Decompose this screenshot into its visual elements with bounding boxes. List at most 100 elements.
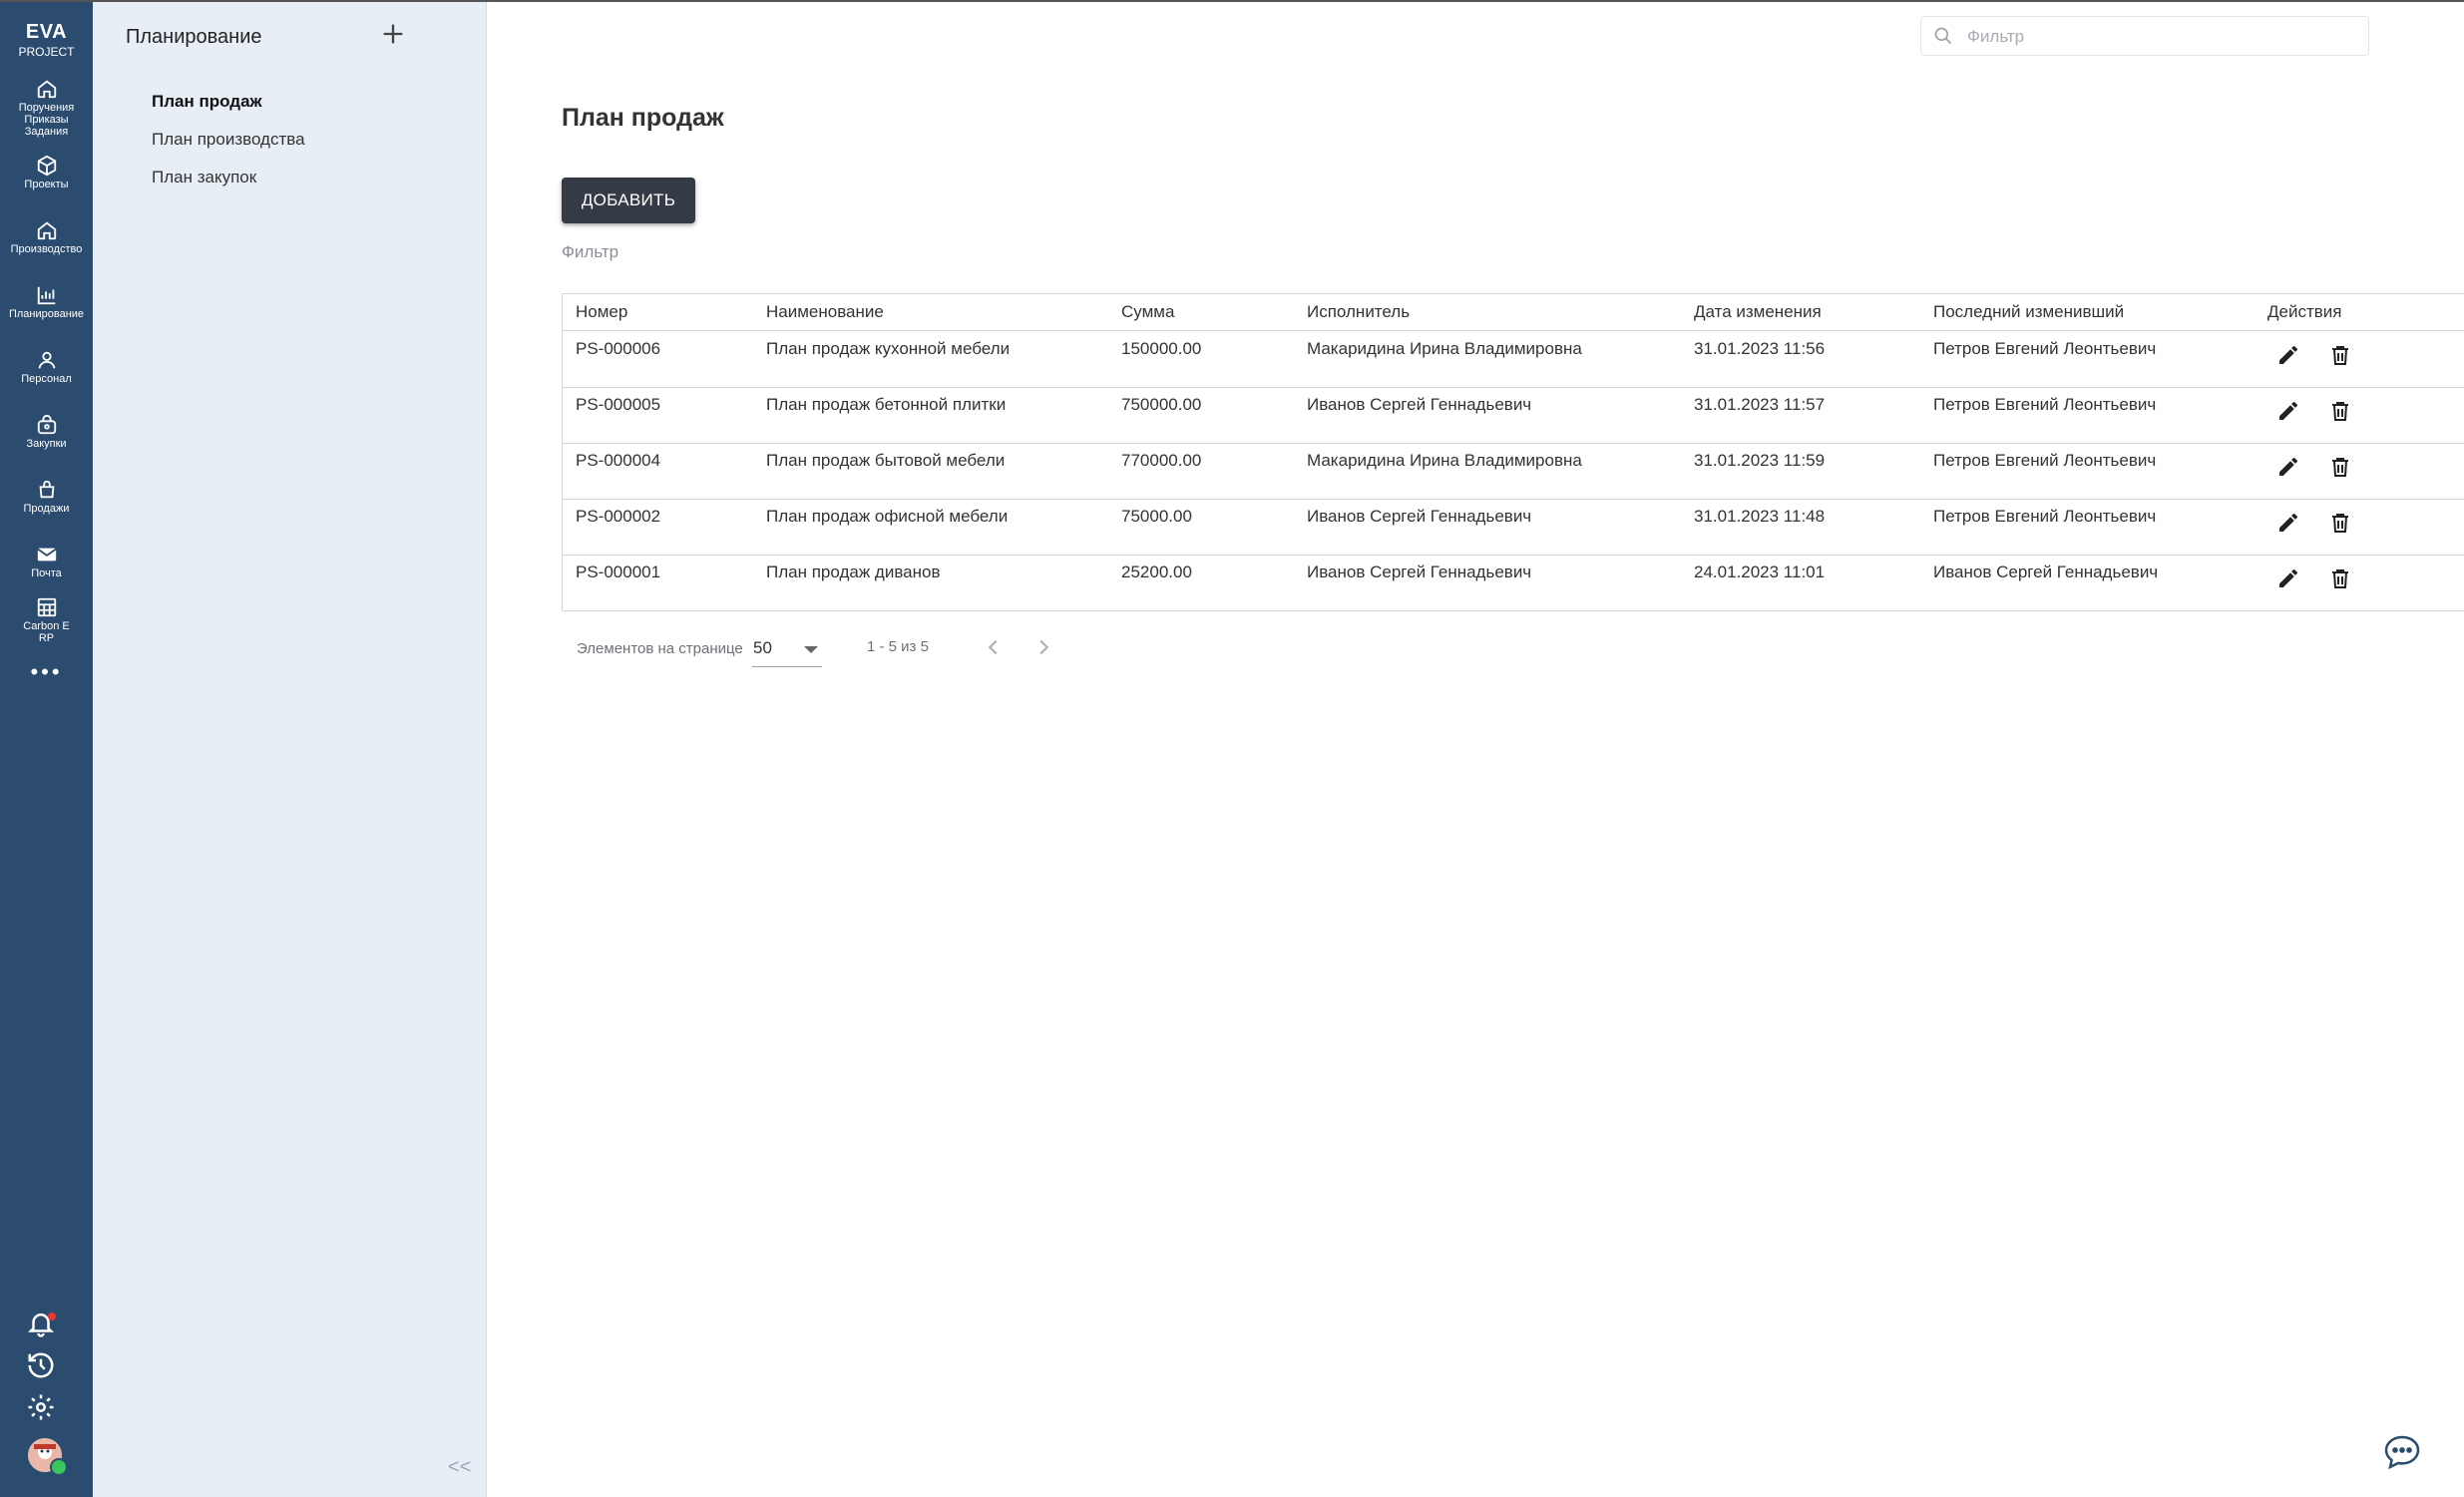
chevron-left-icon bbox=[988, 639, 998, 655]
cell-amount: 150000.00 bbox=[1121, 339, 1202, 358]
rail-item-label: Проекты bbox=[24, 179, 69, 190]
delete-button[interactable] bbox=[2328, 399, 2356, 427]
add-button[interactable]: ДОБАВИТЬ bbox=[562, 178, 695, 223]
page-range: 1 - 5 из 5 bbox=[867, 638, 929, 655]
cell-modified-date: 31.01.2023 11:56 bbox=[1694, 339, 1826, 358]
search-field[interactable] bbox=[1920, 16, 2369, 56]
chevron-right-icon bbox=[1039, 639, 1049, 655]
cell-assignee: Макаридина Ирина Владимировна bbox=[1307, 451, 1582, 470]
table-row[interactable]: PS-000005 План продаж бетонной плитки 75… bbox=[563, 387, 2464, 444]
trash-icon bbox=[2332, 569, 2348, 588]
brand-line2: PROJECT bbox=[18, 45, 75, 59]
notification-dot bbox=[48, 1312, 56, 1320]
search-input[interactable] bbox=[1965, 23, 2358, 51]
edit-button[interactable] bbox=[2276, 455, 2304, 483]
search-icon bbox=[1934, 27, 1952, 45]
history-icon bbox=[28, 1352, 54, 1378]
pencil-icon bbox=[2279, 513, 2298, 532]
edit-button[interactable] bbox=[2276, 343, 2304, 371]
table-header-row: Номер Наименование Сумма Исполнитель Дат… bbox=[563, 294, 2464, 331]
delete-button[interactable] bbox=[2328, 566, 2356, 594]
rail-item-planning[interactable]: Планирование bbox=[0, 284, 93, 320]
column-header[interactable]: Дата изменения bbox=[1694, 302, 1822, 322]
cell-number: PS-000002 bbox=[576, 507, 661, 526]
rail-more-button[interactable]: ••• bbox=[0, 661, 93, 683]
cell-modified-date: 31.01.2023 11:57 bbox=[1694, 395, 1826, 414]
online-status-indicator bbox=[50, 1458, 68, 1476]
cell-amount: 770000.00 bbox=[1121, 451, 1202, 470]
rail-item-mail[interactable]: Почта bbox=[0, 544, 93, 579]
trash-icon bbox=[2332, 346, 2348, 365]
person-icon bbox=[38, 351, 55, 369]
cell-name: План продаж бетонной плитки bbox=[766, 395, 1007, 414]
edit-button[interactable] bbox=[2276, 566, 2304, 594]
table-row[interactable]: PS-000006 План продаж кухонной мебели 15… bbox=[563, 331, 2464, 388]
grid-icon bbox=[37, 597, 56, 617]
filter-toggle[interactable]: Фильтр bbox=[562, 242, 618, 262]
edit-button[interactable] bbox=[2276, 399, 2304, 427]
subnav-item-sales-plan[interactable]: План продаж bbox=[152, 92, 262, 112]
sales-plan-table: Номер Наименование Сумма Исполнитель Дат… bbox=[562, 293, 2464, 611]
cell-modified-by: Иванов Сергей Геннадьевич bbox=[1933, 562, 2159, 581]
rail-item-sales[interactable]: Продажи bbox=[0, 479, 93, 515]
subnav-item-production-plan[interactable]: План производства bbox=[152, 130, 305, 150]
previous-page-button[interactable] bbox=[983, 636, 1005, 663]
table-row[interactable]: PS-000001 План продаж диванов 25200.00 И… bbox=[563, 555, 2464, 610]
cell-number: PS-000004 bbox=[576, 451, 661, 470]
add-section-button[interactable] bbox=[379, 20, 407, 48]
cell-assignee: Макаридина Ирина Владимировна bbox=[1307, 339, 1582, 358]
home-icon bbox=[37, 80, 56, 99]
cell-name: План продаж диванов bbox=[766, 562, 941, 581]
cell-amount: 25200.00 bbox=[1121, 562, 1192, 581]
app-rail: EVA PROJECT Поручения Приказы Задания Пр… bbox=[0, 2, 93, 1497]
delete-button[interactable] bbox=[2328, 511, 2356, 539]
brand-line1: EVA bbox=[25, 21, 68, 43]
column-header: Действия bbox=[2267, 302, 2342, 321]
pencil-icon bbox=[2279, 457, 2298, 476]
column-header[interactable]: Номер bbox=[576, 302, 627, 322]
brand-logo[interactable]: EVA PROJECT bbox=[0, 20, 93, 60]
cell-name: План продаж кухонной мебели bbox=[766, 339, 1011, 358]
history-button[interactable] bbox=[26, 1350, 62, 1386]
collapse-sidebar-button[interactable]: << bbox=[448, 1456, 471, 1479]
trash-icon bbox=[2332, 514, 2348, 533]
column-header[interactable]: Наименование bbox=[766, 302, 884, 322]
page-size-select[interactable]: 50 bbox=[752, 632, 822, 667]
next-page-button[interactable] bbox=[1032, 636, 1054, 663]
chat-bubble-icon bbox=[2384, 1435, 2420, 1470]
dropdown-caret-icon bbox=[804, 646, 818, 653]
column-header[interactable]: Последний изменивший bbox=[1933, 302, 2124, 322]
column-header[interactable]: Исполнитель bbox=[1307, 302, 1410, 322]
pencil-icon bbox=[2279, 568, 2298, 587]
rail-item-orders[interactable]: Поручения Приказы Задания bbox=[0, 78, 93, 138]
rail-item-label: Закупки bbox=[26, 438, 67, 450]
table-row[interactable]: PS-000002 План продаж офисной мебели 750… bbox=[563, 499, 2464, 556]
cell-number: PS-000001 bbox=[576, 562, 661, 581]
rail-item-personnel[interactable]: Персонал bbox=[0, 349, 93, 385]
basket-icon bbox=[37, 414, 56, 435]
cell-modified-date: 31.01.2023 11:59 bbox=[1694, 451, 1826, 470]
rail-item-production[interactable]: Производство bbox=[0, 219, 93, 255]
subnav-item-purchase-plan[interactable]: План закупок bbox=[152, 168, 256, 187]
delete-button[interactable] bbox=[2328, 343, 2356, 371]
table-row[interactable]: PS-000004 План продаж бытовой мебели 770… bbox=[563, 443, 2464, 500]
chat-button[interactable] bbox=[2382, 1432, 2422, 1472]
cube-icon bbox=[37, 155, 56, 177]
settings-button[interactable] bbox=[26, 1392, 62, 1428]
rail-item-carbon-erp[interactable]: Carbon E RP bbox=[0, 596, 93, 644]
cell-modified-by: Петров Евгений Леонтьевич bbox=[1933, 395, 2157, 414]
rail-item-purchases[interactable]: Закупки bbox=[0, 414, 93, 450]
cell-number: PS-000005 bbox=[576, 395, 661, 414]
cell-modified-by: Петров Евгений Леонтьевич bbox=[1933, 507, 2157, 526]
column-header[interactable]: Сумма bbox=[1121, 302, 1174, 322]
pencil-icon bbox=[2279, 345, 2298, 364]
rail-item-projects[interactable]: Проекты bbox=[0, 155, 93, 190]
edit-button[interactable] bbox=[2276, 511, 2304, 539]
notifications-button[interactable] bbox=[26, 1309, 62, 1344]
chart-icon bbox=[37, 286, 55, 305]
page-size-label: Элементов на странице bbox=[577, 640, 743, 657]
rail-item-label: Производство bbox=[10, 243, 83, 255]
cell-amount: 75000.00 bbox=[1121, 507, 1192, 526]
delete-button[interactable] bbox=[2328, 455, 2356, 483]
cell-assignee: Иванов Сергей Геннадьевич bbox=[1307, 562, 1532, 581]
